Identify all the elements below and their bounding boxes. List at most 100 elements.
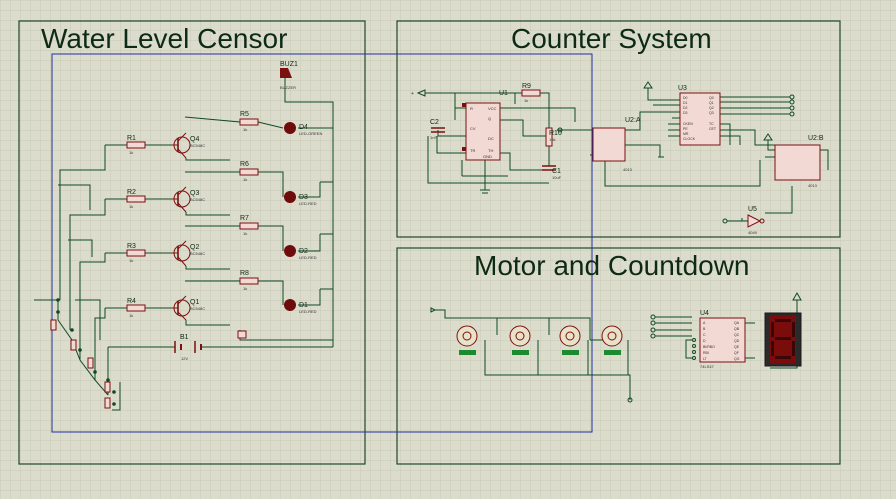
led-ref: D1: [299, 302, 308, 309]
pin-label: CLOCK: [683, 137, 696, 141]
transistor-ref: Q1: [190, 299, 199, 306]
pin-marker: [462, 103, 466, 107]
pin-label: RBI: [703, 351, 709, 355]
led-value: LED-RED: [299, 201, 317, 206]
pin-label: Q: [488, 116, 491, 121]
motor-base: [459, 350, 476, 355]
resistor-value: 1k: [243, 127, 247, 132]
led-ref: D4: [299, 124, 308, 131]
resistor-ref: R3: [127, 243, 136, 250]
led-icon: [284, 245, 296, 257]
led-ref: D2: [299, 248, 308, 255]
pin-label: D3: [683, 111, 688, 115]
resistor-value: 1k: [243, 286, 247, 291]
ic-part: 4013: [623, 167, 633, 172]
section-title-water-level: Water Level Censor: [41, 23, 288, 54]
pin-label: TC: [709, 122, 714, 126]
capacitor-ref: C1: [552, 168, 561, 175]
ic-ref: U3: [678, 85, 687, 92]
motor-base: [604, 350, 621, 355]
ic-part: 4049: [748, 230, 758, 235]
resistor-ref: R10: [549, 130, 562, 137]
motor-4[interactable]: [601, 325, 623, 355]
pin-label: PE: [683, 127, 688, 131]
led-icon: [284, 191, 296, 203]
motor-3[interactable]: [559, 325, 581, 355]
transistor-ref: Q2: [190, 244, 199, 251]
ic-ref: U2:A: [625, 117, 641, 124]
transistor-value: BC548C: [190, 251, 205, 256]
pin-label: R: [470, 106, 473, 111]
led-icon: [284, 122, 296, 134]
motor-2[interactable]: [509, 325, 531, 355]
resistor-value: 1k: [524, 98, 528, 103]
pin-label: Q1: [709, 101, 714, 105]
ic-part: 74LS47: [700, 364, 715, 369]
transistor-value: BC548C: [190, 143, 205, 148]
vcc-terminal: +: [411, 91, 414, 97]
resistor-value: 1k: [129, 313, 133, 318]
capacitor-value: 10uF: [552, 175, 562, 180]
resistor-ref: R2: [127, 189, 136, 196]
pin-marker: [462, 147, 466, 151]
motor-icon: [456, 325, 478, 347]
motor-base: [562, 350, 579, 355]
motor-1[interactable]: [456, 325, 478, 355]
resistor-value: 1k: [129, 204, 133, 209]
pin-label: MR: [683, 132, 689, 136]
pin-label: BI/RBO: [703, 345, 715, 349]
pin-label: DC: [488, 136, 494, 141]
pin-label: TR: [470, 148, 475, 153]
transistor-ref: Q3: [190, 190, 199, 197]
capacitor-ref: C2: [430, 119, 439, 126]
pin-label: CET: [709, 127, 717, 131]
battery-value: 12V: [181, 356, 188, 361]
motor-icon: [509, 325, 531, 347]
buzzer-value: BUZZER: [280, 85, 296, 90]
pin-label: D0: [683, 96, 688, 100]
transistor-value: BC548C: [190, 197, 205, 202]
ic-body: [592, 127, 626, 162]
motor-icon: [601, 325, 623, 347]
ic-ref: U2:B: [808, 135, 824, 142]
ic-ref: U5: [748, 206, 757, 213]
pin-label: QA: [734, 321, 740, 325]
pin-label: TH: [488, 148, 493, 153]
pin-label: QF: [734, 351, 739, 355]
decoder-u4[interactable]: U4 74LS47 A B C D BI/RBO RBI LT QA QB QC…: [699, 310, 746, 369]
resistor-ref: R6: [240, 161, 249, 168]
led-value: LED-GREEN: [299, 131, 322, 136]
ic-ref: U4: [700, 310, 709, 317]
section-title-motor: Motor and Countdown: [474, 250, 750, 281]
schematic-canvas[interactable]: BUZ1 BUZZER R5 1k R6 1k R7 1k R8 1k R1 1…: [0, 0, 896, 499]
transistor-ref: Q4: [190, 136, 199, 143]
led-ref: D3: [299, 194, 308, 201]
resistor-value: 1k: [243, 231, 247, 236]
capacitor-value: 1nF: [430, 135, 437, 140]
connector-pad: [237, 330, 247, 339]
motor-icon: [559, 325, 581, 347]
seven-segment-display[interactable]: [764, 312, 802, 367]
led-icon: [284, 299, 296, 311]
resistor-value: 10k: [549, 137, 555, 142]
resistor-value: 1k: [129, 258, 133, 263]
battery-ref: B1: [180, 334, 189, 341]
resistor-ref: R7: [240, 215, 249, 222]
pin-label: VCC: [488, 106, 497, 111]
pin-label: D1: [683, 101, 688, 105]
led-value: LED-RED: [299, 309, 317, 314]
pin-label: CKEN: [683, 122, 693, 126]
resistor-ref: R8: [240, 270, 249, 277]
counter-u3[interactable]: U3 D0 D1 D2 D3 CKEN PE MR CLOCK Q0 Q1 Q2…: [678, 85, 721, 146]
pin-label: CV: [470, 126, 476, 131]
pin-label: QE: [734, 345, 740, 349]
resistor-ref: R4: [127, 298, 136, 305]
pin-label: QD: [734, 339, 740, 343]
led-value: LED-RED: [299, 255, 317, 260]
resistor-ref: R1: [127, 135, 136, 142]
pin-label: QB: [734, 327, 740, 331]
ic-body: [774, 144, 821, 181]
pin-label: Q0: [709, 96, 714, 100]
pin-label: D2: [683, 106, 688, 110]
resistor-ref: R5: [240, 111, 249, 118]
